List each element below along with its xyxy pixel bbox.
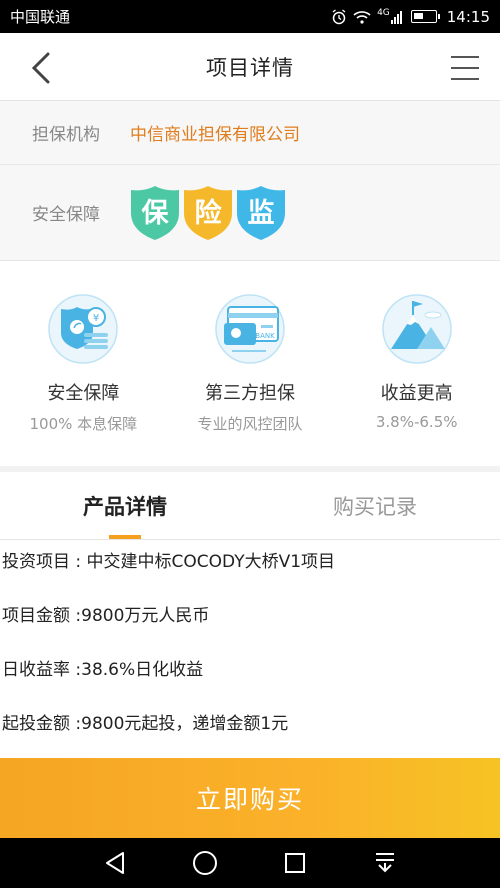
battery-icon xyxy=(410,10,440,23)
square-recents-icon xyxy=(285,853,305,873)
hamburger-menu-icon xyxy=(451,56,479,80)
chevron-left-icon xyxy=(31,52,50,84)
system-home-button[interactable] xyxy=(191,849,219,877)
guarantor-row: 担保机构 中信商业担保有限公司 xyxy=(0,101,500,165)
svg-text:¥: ¥ xyxy=(93,313,99,324)
risk-badge: 险 xyxy=(183,185,233,241)
feature-guarantee: BANK 第三方担保 专业的风控团队 xyxy=(167,261,334,466)
menu-button[interactable] xyxy=(450,55,480,81)
detail-min-investment: 起投金额 :9800元起投，递增金额1元 xyxy=(2,714,289,734)
bank-card-icon: BANK xyxy=(215,294,285,364)
wifi-icon xyxy=(353,10,371,24)
badge-char: 保 xyxy=(141,198,169,229)
system-nav-bar xyxy=(0,838,500,888)
guarantor-value: 中信商业担保有限公司 xyxy=(130,125,300,145)
guarantor-label: 担保机构 xyxy=(32,125,100,145)
insurance-badge: 保 xyxy=(130,185,180,241)
buy-now-label: 立即购买 xyxy=(195,785,304,814)
feature-title: 第三方担保 xyxy=(205,383,295,404)
circle-home-icon xyxy=(193,851,217,875)
alarm-icon xyxy=(331,8,347,25)
mountain-flag-icon xyxy=(381,294,452,364)
pull-down-icon xyxy=(376,853,394,873)
feature-title: 收益更高 xyxy=(380,383,453,404)
detail-tabs: 产品详情 购买记录 xyxy=(0,472,500,540)
status-icons: 4G 14:15 xyxy=(331,8,490,26)
system-back-button[interactable] xyxy=(101,849,129,877)
detail-project-amount: 项目金额 :9800万元人民币 xyxy=(2,606,210,626)
tab-purchase-records[interactable]: 购买记录 xyxy=(250,472,500,539)
status-bar: 中国联通 4G 14:15 xyxy=(0,0,500,33)
security-row: 安全保障 保 险 监 xyxy=(0,165,500,261)
nav-bar: 项目详情 xyxy=(0,33,500,101)
clock-time: 14:15 xyxy=(446,7,490,26)
product-details: 投资项目 : 中交建中标COCODY大桥V1项目 项目金额 :9800万元人民币… xyxy=(0,540,500,758)
tab-product-details[interactable]: 产品详情 xyxy=(0,472,250,539)
tab-label: 购买记录 xyxy=(333,494,417,519)
feature-security: ¥ 安全保障 100% 本息保障 xyxy=(0,261,167,466)
security-label: 安全保障 xyxy=(32,205,100,225)
svg-text:BANK: BANK xyxy=(255,332,275,340)
carrier-label: 中国联通 xyxy=(10,8,71,26)
tab-label: 产品详情 xyxy=(83,494,167,519)
supervision-badge: 监 xyxy=(236,185,286,241)
page-title: 项目详情 xyxy=(206,55,294,80)
feature-subtitle: 专业的风控团队 xyxy=(197,415,303,433)
triangle-back-icon xyxy=(106,852,124,874)
security-badges: 保 险 监 xyxy=(130,185,286,241)
network-type-label: 4G xyxy=(377,7,390,18)
active-tab-indicator xyxy=(109,535,141,539)
feature-subtitle: 100% 本息保障 xyxy=(29,415,138,433)
signal-icon: 4G xyxy=(377,7,405,24)
features-row: ¥ 安全保障 100% 本息保障 BANK 第三方担保 专业的风控团队 收益更高… xyxy=(0,261,500,466)
system-recents-button[interactable] xyxy=(281,849,309,877)
feature-title: 安全保障 xyxy=(47,383,120,404)
buy-now-button[interactable]: 立即购买 xyxy=(0,758,500,838)
badge-char: 监 xyxy=(247,198,275,229)
back-button[interactable] xyxy=(28,51,58,85)
system-notification-button[interactable] xyxy=(371,849,399,877)
detail-investment-project: 投资项目 : 中交建中标COCODY大桥V1项目 xyxy=(2,552,336,572)
detail-daily-yield: 日收益率 :38.6%日化收益 xyxy=(2,660,204,680)
feature-subtitle: 3.8%-6.5% xyxy=(375,413,458,431)
badge-char: 险 xyxy=(194,198,222,229)
feature-returns: 收益更高 3.8%-6.5% xyxy=(333,261,500,466)
shield-money-icon: ¥ xyxy=(48,294,119,364)
